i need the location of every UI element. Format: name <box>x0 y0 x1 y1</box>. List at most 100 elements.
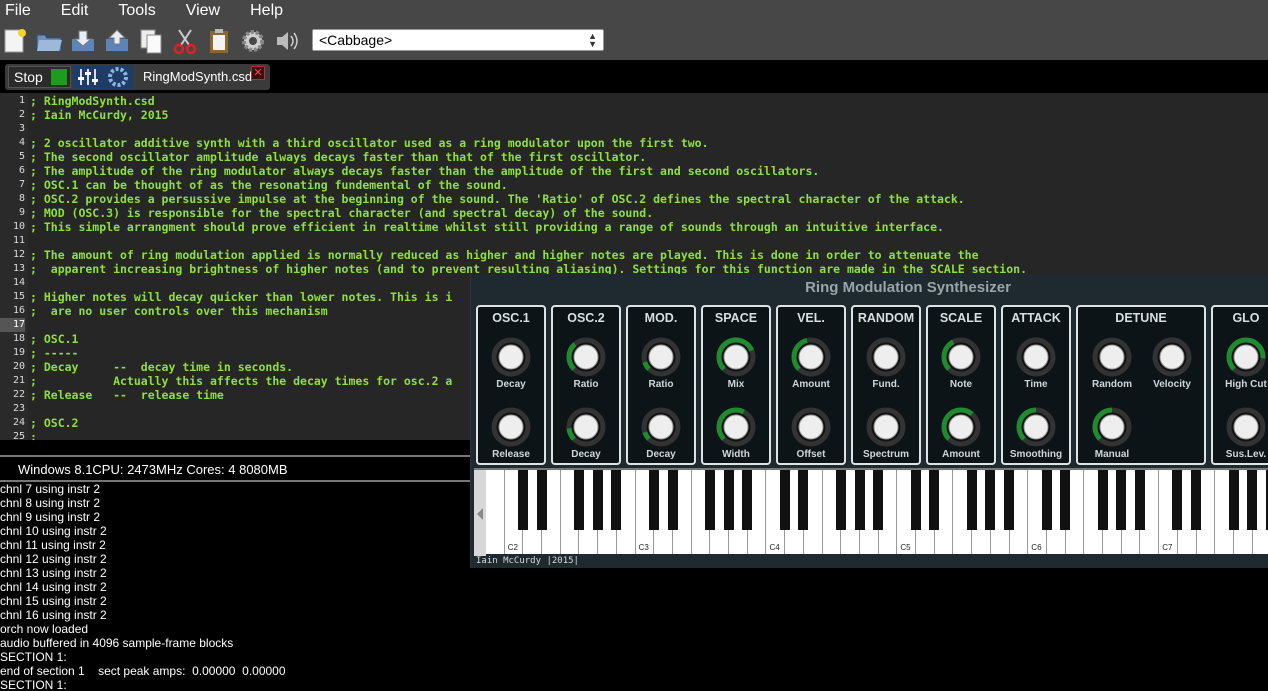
code-line[interactable]: 11 <box>0 234 1268 248</box>
code-text: ; OSC.1 <box>30 332 79 346</box>
save-icon[interactable] <box>102 26 132 56</box>
knob-offset[interactable] <box>789 405 833 449</box>
code-line[interactable]: 6 ; The amplitude of the ring modulator a… <box>0 164 1268 178</box>
piano-black-key[interactable] <box>798 470 809 530</box>
console-line: chnl 14 using instr 2 <box>0 580 107 594</box>
piano-black-key[interactable] <box>592 470 603 530</box>
piano-black-key[interactable] <box>1041 470 1052 530</box>
piano-black-key[interactable] <box>704 470 715 530</box>
line-number: 20 <box>12 361 25 372</box>
open-examples-icon[interactable] <box>68 26 98 56</box>
console-line: chnl 12 using instr 2 <box>0 552 107 566</box>
piano-black-key[interactable] <box>1004 470 1015 530</box>
knob-decay[interactable] <box>489 335 533 379</box>
code-line[interactable]: 7 ; OSC.1 can be thought of as the resona… <box>0 178 1268 192</box>
knob-smoothing[interactable] <box>1014 405 1058 449</box>
knob-note[interactable] <box>939 335 983 379</box>
piano-black-key[interactable] <box>611 470 622 530</box>
menu-edit[interactable]: Edit <box>56 0 94 22</box>
file-tab[interactable]: Stop RingModSynth.csd ✕ <box>5 64 270 90</box>
knob-fund-[interactable] <box>864 335 908 379</box>
menu-file[interactable]: File <box>0 0 36 22</box>
knob-amount[interactable] <box>789 335 833 379</box>
piano-black-key[interactable] <box>667 470 678 530</box>
knob-label: Smoothing <box>1009 449 1063 460</box>
piano-black-key[interactable] <box>1060 470 1071 530</box>
gear-icon[interactable] <box>103 65 133 89</box>
open-folder-icon[interactable] <box>34 26 64 56</box>
copy-icon[interactable] <box>136 26 166 56</box>
piano-black-key[interactable] <box>929 470 940 530</box>
knob-ratio[interactable] <box>639 335 683 379</box>
code-line[interactable]: 5 ; The second oscillator amplitude alway… <box>0 150 1268 164</box>
knob-sus-lev-[interactable] <box>1224 405 1268 449</box>
piano-black-key[interactable] <box>910 470 921 530</box>
knob-time[interactable] <box>1014 335 1058 379</box>
menu-help[interactable]: Help <box>245 0 288 22</box>
piano-black-key[interactable] <box>1247 470 1258 530</box>
code-line[interactable]: 9 ; MOD (OSC.3) is responsible for the sp… <box>0 206 1268 220</box>
cut-icon[interactable] <box>170 26 200 56</box>
piano-black-key[interactable] <box>723 470 734 530</box>
code-text: ; OSC.2 provides a persussive impulse at… <box>30 192 965 206</box>
code-line[interactable]: 8 ; OSC.2 provides a persussive impulse a… <box>0 192 1268 206</box>
piano-white-key[interactable] <box>486 470 505 554</box>
piano-black-key[interactable] <box>835 470 846 530</box>
knob-label: Decay <box>496 379 526 390</box>
line-number: 10 <box>12 221 25 232</box>
knob-amount[interactable] <box>939 405 983 449</box>
piano-black-key[interactable] <box>1172 470 1183 530</box>
code-line[interactable]: 4 ; 2 oscillator additive synth with a th… <box>0 136 1268 150</box>
code-line[interactable]: 3 <box>0 122 1268 136</box>
knob-width[interactable] <box>714 405 758 449</box>
code-line[interactable]: 12 ; The amount of ring modulation applie… <box>0 248 1268 262</box>
piano-black-key[interactable] <box>517 470 528 530</box>
tab-file-name: RingModSynth.csd <box>143 69 253 84</box>
knob-random[interactable] <box>1090 335 1134 379</box>
menu-view[interactable]: View <box>181 0 225 22</box>
knob-manual[interactable] <box>1090 405 1134 449</box>
console-line: orch now loaded <box>0 622 89 636</box>
knob-decay[interactable] <box>564 405 608 449</box>
piano-black-key[interactable] <box>873 470 884 530</box>
piano-keyboard[interactable]: C2C3C4C5C6C7C <box>474 468 1268 556</box>
knob-spectrum[interactable] <box>864 405 908 449</box>
settings-gear-icon[interactable] <box>238 26 268 56</box>
knob-high-cut[interactable] <box>1224 335 1268 379</box>
piano-black-key[interactable] <box>1135 470 1145 530</box>
new-file-icon[interactable] <box>0 26 30 56</box>
piano-black-key[interactable] <box>574 470 584 530</box>
piano-black-key[interactable] <box>854 470 865 530</box>
knob-mix[interactable] <box>714 335 758 379</box>
piano-black-key[interactable] <box>536 470 547 530</box>
piano-black-key[interactable] <box>1191 470 1202 530</box>
piano-black-key[interactable] <box>779 470 790 530</box>
console-line: audio buffered in 4096 sample-frame bloc… <box>0 636 234 650</box>
piano-black-key[interactable] <box>1116 470 1127 530</box>
knob-ratio[interactable] <box>564 335 608 379</box>
knob-velocity[interactable] <box>1150 335 1194 379</box>
mixer-sliders-icon[interactable] <box>73 65 103 89</box>
code-line[interactable]: 10 ; This simple arrangment should prove … <box>0 220 1268 234</box>
audio-speaker-icon[interactable] <box>272 26 302 56</box>
piano-black-key[interactable] <box>1228 470 1239 530</box>
close-tab-icon[interactable]: ✕ <box>251 66 265 80</box>
menu-tools[interactable]: Tools <box>113 0 160 22</box>
knob-release[interactable] <box>489 405 533 449</box>
stop-button[interactable]: Stop <box>8 66 71 88</box>
code-line[interactable]: 2 ; Iain McCurdy, 2015 <box>0 108 1268 122</box>
knob-decay[interactable] <box>639 405 683 449</box>
instrument-select[interactable]: <Cabbage> ▲ ▼ <box>312 29 604 51</box>
toolbar: <Cabbage> ▲ ▼ <box>0 22 1268 60</box>
code-line[interactable]: 1 ; RingModSynth.csd <box>0 94 1268 108</box>
piano-black-key[interactable] <box>742 470 753 530</box>
code-text: ; Actually this affects the decay times … <box>30 374 453 388</box>
paste-icon[interactable] <box>204 26 234 56</box>
keyboard-scroll-left-button[interactable] <box>474 470 486 556</box>
console-line: SECTION 1: <box>0 678 67 691</box>
piano-black-key[interactable] <box>985 470 996 530</box>
piano-black-key[interactable] <box>648 470 659 530</box>
piano-black-key[interactable] <box>966 470 977 530</box>
code-text: ; OSC.2 <box>30 416 79 430</box>
piano-black-key[interactable] <box>1097 470 1108 530</box>
